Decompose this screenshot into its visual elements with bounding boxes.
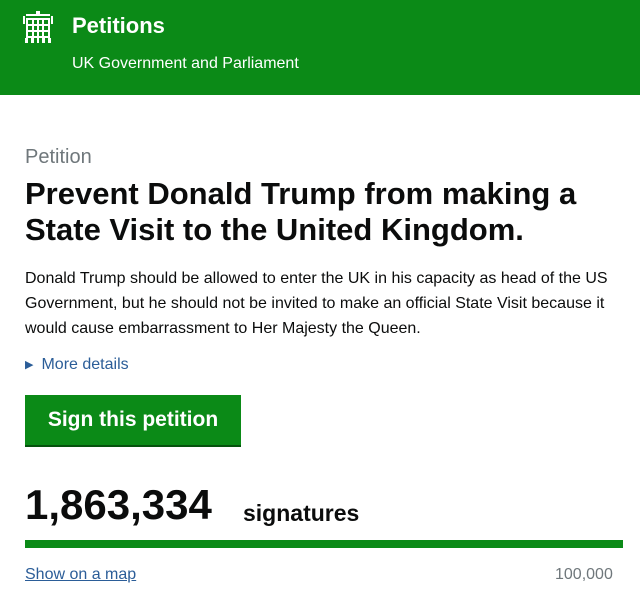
sign-petition-button[interactable]: Sign this petition (25, 395, 241, 445)
show-on-map-link[interactable]: Show on a map (25, 565, 136, 585)
signature-progress-fill (25, 540, 623, 548)
petition-kicker: Petition (25, 146, 92, 168)
signature-count-label: signatures (243, 500, 360, 526)
petition-summary: Donald Trump should be allowed to enter … (25, 270, 608, 337)
site-subtitle: UK Government and Parliament (72, 55, 299, 72)
triangle-right-icon: ▶ (25, 359, 34, 371)
site-header: Petitions UK Government and Parliament (0, 0, 640, 95)
portcullis-icon (23, 11, 53, 43)
signature-target: 100,000 (555, 566, 613, 583)
signature-count: 1,863,334 (25, 481, 212, 528)
signature-progress-bar (25, 540, 623, 548)
more-details-toggle[interactable]: ▶ More details (25, 355, 129, 375)
petition-title: Prevent Donald Trump from making a State… (25, 176, 577, 247)
more-details-label: More details (41, 356, 129, 373)
site-title-link[interactable]: Petitions (72, 13, 165, 39)
